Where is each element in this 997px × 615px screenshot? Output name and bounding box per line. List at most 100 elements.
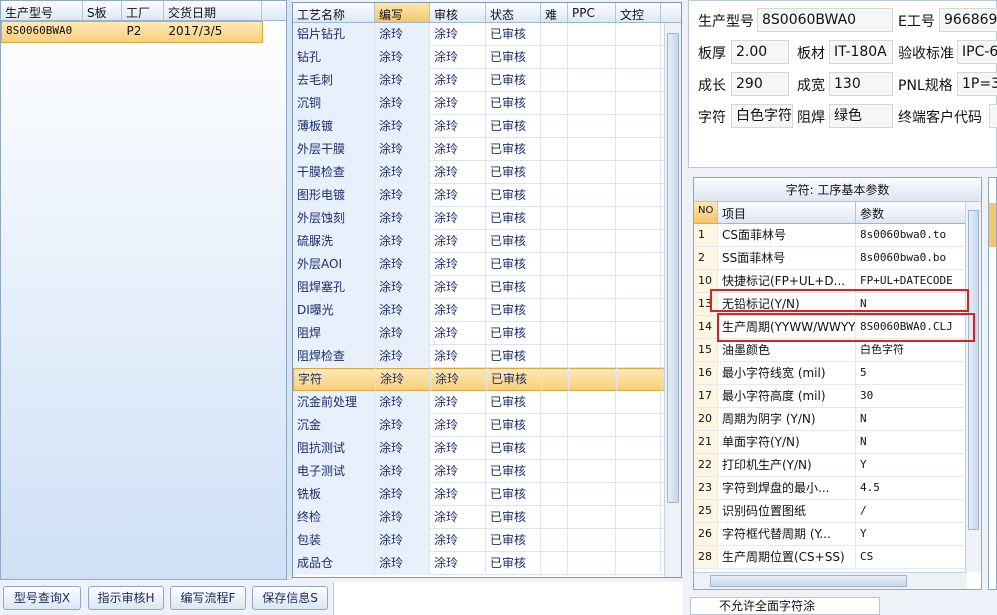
process-row[interactable]: 阻焊 涂玲 涂玲 已审核 [293,321,681,345]
customer-field[interactable] [989,104,997,128]
col-process[interactable]: 工艺名称 [293,3,375,22]
param-row[interactable]: 25 识别码位置图纸 / [694,500,981,523]
param-row[interactable]: 22 打印机生产(Y/N) Y [694,454,981,477]
param-row[interactable]: 21 单面字符(Y/N) N [694,431,981,454]
difficulty-cell [541,45,568,69]
process-row[interactable]: 阻焊塞孔 涂玲 涂玲 已审核 [293,275,681,299]
process-name-cell: 电子测试 [293,459,375,483]
process-row[interactable]: 外层干膜 涂玲 涂玲 已审核 [293,137,681,161]
col-reviewer[interactable]: 审核 [430,3,486,22]
standard-field[interactable]: IPC-6 [957,40,997,64]
param-value-cell: 白色字符 [856,339,966,361]
col-factory[interactable]: 工厂 [122,1,164,20]
material-field[interactable]: IT-180A [829,40,893,64]
process-table: 工艺名称 编写 审核 状态 难 PPC 文控 铝片钻孔 涂玲 涂玲 已审核 钻孔 涂玲 涂玲… [292,2,682,578]
process-row[interactable]: 电子测试 涂玲 涂玲 已审核 [293,459,681,483]
process-name-cell: 外层干膜 [293,137,375,161]
col-no[interactable]: NO [694,202,718,223]
col-doc[interactable]: 文控 [616,3,661,22]
writer-cell: 涂玲 [375,206,430,230]
col-status[interactable]: 状态 [486,3,541,22]
review-button[interactable]: 指示审核H [88,586,164,610]
process-row[interactable]: 薄板镀 涂玲 涂玲 已审核 [293,114,681,138]
param-row[interactable]: 23 字符到焊盘的最小... 4.5 [694,477,981,500]
doc-cell [617,368,662,391]
ppc-cell [568,91,616,115]
difficulty-cell [541,229,568,253]
save-info-button[interactable]: 保存信息S [252,586,328,610]
process-row[interactable]: 成品仓 涂玲 涂玲 已审核 [293,551,681,575]
pnl-field[interactable]: 1P=3 [957,72,997,96]
process-row[interactable]: 沉铜 涂玲 涂玲 已审核 [293,91,681,115]
process-row[interactable]: 字符 涂玲 涂玲 已审核 [293,368,681,391]
process-scrollbar[interactable] [664,23,681,577]
engineer-field[interactable]: 966869 [939,8,997,32]
reviewer-cell: 涂玲 [430,206,486,230]
col-date[interactable]: 交货日期 [164,1,262,20]
status-cell: 已审核 [486,229,541,253]
param-row[interactable]: 15 油墨颜色 白色字符 [694,339,981,362]
char-field[interactable]: 白色字符 [731,104,793,128]
process-row[interactable]: 外层蚀刻 涂玲 涂玲 已审核 [293,206,681,230]
params-hscroll[interactable] [694,572,967,589]
material-label: 板材 [797,46,825,62]
process-row[interactable]: 外层AOI 涂玲 涂玲 已审核 [293,252,681,276]
params-vscroll[interactable] [965,202,981,572]
params-hscroll-thumb[interactable] [710,575,907,587]
writer-cell: 涂玲 [375,528,430,552]
col-ppc[interactable]: PPC [568,3,616,22]
customer-label: 终端客户代码 [898,110,982,126]
col-s[interactable]: S板 [83,1,122,20]
length-field[interactable]: 290 [731,72,789,96]
reviewer-cell: 涂玲 [430,45,486,69]
col-item[interactable]: 项目 [718,202,856,223]
ppc-cell [568,505,616,529]
param-row[interactable]: 20 周期为阴字 (Y/N) N [694,408,981,431]
process-row[interactable]: 铝片钻孔 涂玲 涂玲 已审核 [293,22,681,46]
param-row[interactable]: 17 最小字符高度 (mil) 30 [694,385,981,408]
write-flow-button[interactable]: 编写流程F [170,586,246,610]
param-row[interactable]: 16 最小字符线宽 (mil) 5 [694,362,981,385]
status-cell: 已审核 [486,91,541,115]
bottom-checkbox-label: 不允许全面字符涂 [719,599,816,613]
col-value[interactable]: 参数 [856,202,966,223]
param-row[interactable]: 28 生产周期位置(CS+SS) CS [694,546,981,569]
param-value-cell: 5 [856,362,966,384]
model-query-button[interactable]: 型号查询X [3,586,81,610]
param-item-cell: 识别码位置图纸 [718,500,856,522]
writer-cell: 涂玲 [375,390,430,414]
col-model[interactable]: 生产型号 [1,1,83,20]
process-row[interactable]: 阻焊检查 涂玲 涂玲 已审核 [293,344,681,368]
process-row[interactable]: 沉金 涂玲 涂玲 已审核 [293,413,681,437]
model-field[interactable]: 8S0060BWA0 [757,8,893,32]
process-row[interactable]: 去毛刺 涂玲 涂玲 已审核 [293,68,681,92]
scroll-thumb[interactable] [667,33,679,503]
difficulty-cell [541,321,568,345]
process-row[interactable]: 沉金前处理 涂玲 涂玲 已审核 [293,390,681,414]
process-row[interactable]: 阻抗测试 涂玲 涂玲 已审核 [293,436,681,460]
params-vscroll-thumb[interactable] [968,210,979,530]
process-row[interactable]: 硫脲洗 涂玲 涂玲 已审核 [293,229,681,253]
col-difficulty[interactable]: 难 [541,3,568,22]
width-field[interactable]: 130 [829,72,893,96]
col-writer[interactable]: 编写 [375,3,430,22]
reviewer-cell: 涂玲 [430,344,486,368]
param-item-cell: 最小字符高度 (mil) [718,385,856,407]
process-row[interactable]: 终检 涂玲 涂玲 已审核 [293,505,681,529]
process-row[interactable]: 图形电镀 涂玲 涂玲 已审核 [293,183,681,207]
model-row[interactable]: 8S0060BWA0 P2 2017/3/5 [1,21,263,43]
param-no-cell: 23 [694,477,718,499]
process-row[interactable]: 包装 涂玲 涂玲 已审核 [293,528,681,552]
mask-field[interactable]: 绿色 [829,104,893,128]
param-row[interactable]: 1 CS面菲林号 8s0060bwa0.to [694,224,981,247]
process-row[interactable]: DI曝光 涂玲 涂玲 已审核 [293,298,681,322]
process-row[interactable]: 干膜检查 涂玲 涂玲 已审核 [293,160,681,184]
param-row[interactable]: 26 字符框代替周期 (Y... Y [694,523,981,546]
ppc-cell [568,436,616,460]
bottom-checkbox[interactable]: 不允许全面字符涂 [690,597,880,615]
status-cell: 已审核 [486,183,541,207]
process-row[interactable]: 钻孔 涂玲 涂玲 已审核 [293,45,681,69]
thickness-field[interactable]: 2.00 [731,40,789,64]
process-row[interactable]: 铣板 涂玲 涂玲 已审核 [293,482,681,506]
param-row[interactable]: 2 SS面菲林号 8s0060bwa0.bo [694,247,981,270]
